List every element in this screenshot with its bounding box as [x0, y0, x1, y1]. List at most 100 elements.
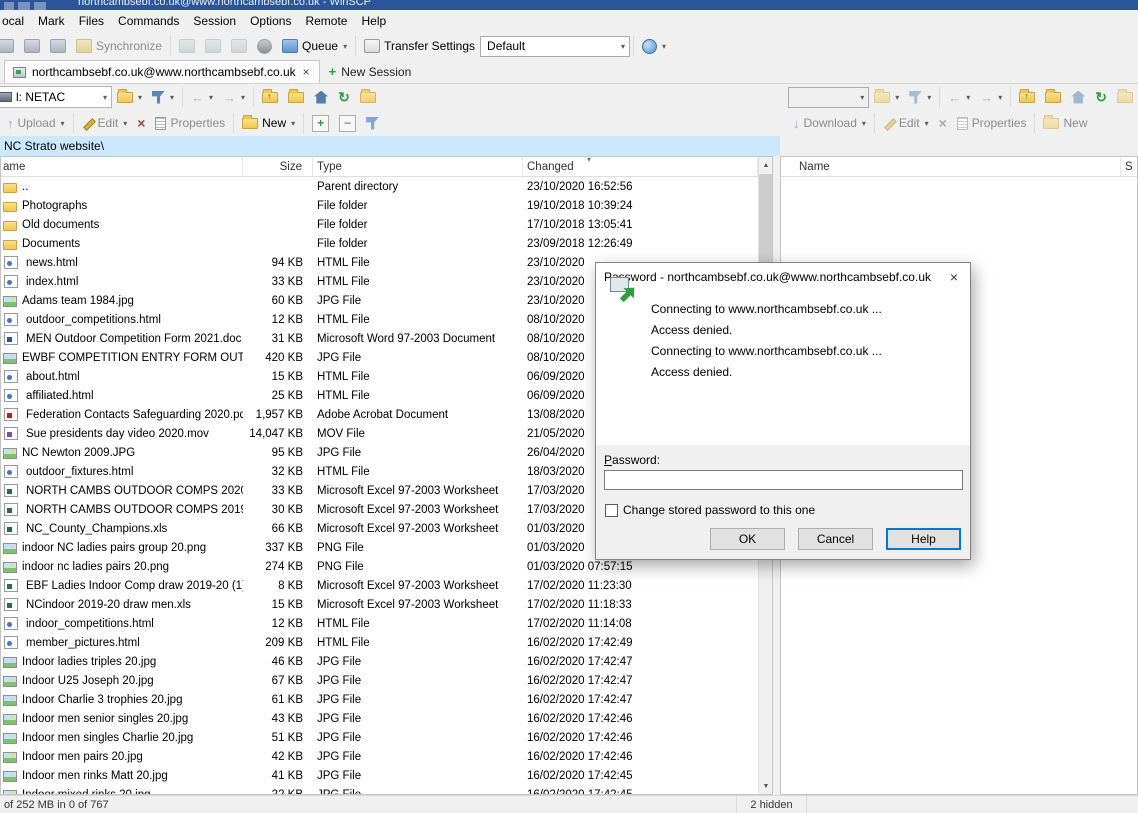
- menu-item-ocal[interactable]: ocal: [0, 11, 31, 31]
- tab-close-icon[interactable]: ×: [302, 65, 311, 79]
- file-row[interactable]: Indoor men pairs 20.jpg42 KBJPG File16/0…: [1, 747, 758, 766]
- transfer-settings-button[interactable]: Transfer Settings: [359, 34, 480, 58]
- toolbar-icon-button[interactable]: [19, 34, 45, 58]
- download-button[interactable]: ↓ Download ▾: [788, 111, 871, 135]
- file-changed: 16/02/2020 17:42:46: [523, 713, 758, 725]
- column-header-size[interactable]: Size: [243, 157, 313, 176]
- column-header-name[interactable]: Name: [781, 157, 1121, 176]
- back-button[interactable]: ←▾: [943, 85, 975, 109]
- filter-files-button[interactable]: ▾: [904, 85, 936, 109]
- toolbar-icon-button[interactable]: [200, 34, 226, 58]
- file-row[interactable]: NCindoor 2019-20 draw men.xls15 KBMicros…: [1, 595, 758, 614]
- forward-button[interactable]: →▾: [218, 85, 250, 109]
- file-changed: 16/02/2020 17:42:46: [523, 732, 758, 744]
- edit-button[interactable]: Edit ▾: [878, 111, 934, 135]
- file-row[interactable]: Indoor U25 Joseph 20.jpg67 KBJPG File16/…: [1, 671, 758, 690]
- file-changed: 16/02/2020 17:42:47: [523, 675, 758, 687]
- properties-button[interactable]: Properties: [150, 111, 230, 135]
- menu-item-help[interactable]: Help: [354, 11, 393, 31]
- column-header-type[interactable]: Type: [313, 157, 523, 176]
- session-tab[interactable]: northcambsebf.co.uk@www.northcambsebf.co…: [4, 60, 320, 83]
- edit-button[interactable]: Edit ▾: [77, 111, 133, 135]
- file-size: 30 KB: [243, 504, 313, 516]
- upload-button[interactable]: ↑ Upload ▾: [2, 111, 70, 135]
- root-directory-button[interactable]: [283, 85, 309, 109]
- parent-directory-button[interactable]: [257, 85, 283, 109]
- password-input[interactable]: [604, 470, 963, 490]
- file-row[interactable]: ..Parent directory23/10/2020 16:52:56: [1, 177, 758, 196]
- delete-button[interactable]: ×: [934, 111, 952, 135]
- scrollbar-down-icon[interactable]: ▼: [759, 778, 773, 794]
- filter-icon: [366, 117, 379, 130]
- refresh-button[interactable]: ↻: [1090, 85, 1112, 109]
- forward-button[interactable]: →▾: [975, 85, 1007, 109]
- file-row[interactable]: indoor_competitions.html12 KBHTML File17…: [1, 614, 758, 633]
- ok-button[interactable]: OK: [710, 528, 785, 550]
- selection-filter-button[interactable]: [361, 111, 384, 135]
- menu-item-session[interactable]: Session: [186, 11, 243, 31]
- menu-item-remote[interactable]: Remote: [298, 11, 354, 31]
- save-password-option[interactable]: Change stored password to this one: [605, 503, 815, 517]
- save-password-checkbox[interactable]: [605, 504, 618, 517]
- transfer-preset-select[interactable]: Default ▾: [480, 36, 630, 57]
- toolbar-icon: [179, 39, 195, 53]
- help-button[interactable]: Help: [886, 528, 961, 550]
- queue-button[interactable]: Queue ▾: [277, 34, 352, 58]
- home-directory-button[interactable]: [309, 85, 333, 109]
- find-files-button[interactable]: [1112, 85, 1138, 109]
- file-row[interactable]: PhotographsFile folder19/10/2018 10:39:2…: [1, 196, 758, 215]
- toolbar-icon-button[interactable]: [0, 34, 19, 58]
- cancel-button[interactable]: Cancel: [798, 528, 873, 550]
- file-type: Parent directory: [313, 181, 523, 193]
- menu-item-files[interactable]: Files: [72, 11, 111, 31]
- column-header-name[interactable]: ame: [1, 157, 243, 176]
- new-session-tab[interactable]: + New Session: [320, 60, 421, 83]
- menu-item-commands[interactable]: Commands: [111, 11, 186, 31]
- file-row[interactable]: Indoor Charlie 3 trophies 20.jpg61 KBJPG…: [1, 690, 758, 709]
- new-button[interactable]: New: [1038, 111, 1092, 135]
- file-row[interactable]: Indoor men senior singles 20.jpg43 KBJPG…: [1, 709, 758, 728]
- file-row[interactable]: Indoor mixed rinks 20.jpg22 KBJPG File16…: [1, 785, 758, 794]
- toolbar-icon-button[interactable]: [226, 34, 252, 58]
- menu-item-mark[interactable]: Mark: [31, 11, 72, 31]
- select-files-button[interactable]: +: [307, 111, 334, 135]
- root-directory-button[interactable]: [1040, 85, 1066, 109]
- delete-button[interactable]: ×: [132, 111, 150, 135]
- menu-item-options[interactable]: Options: [243, 11, 298, 31]
- back-button[interactable]: ←▾: [186, 85, 218, 109]
- new-button[interactable]: New ▾: [237, 111, 300, 135]
- dialog-close-icon[interactable]: ×: [938, 263, 970, 290]
- file-size: 14,047 KB: [243, 428, 313, 440]
- file-row[interactable]: Indoor ladies triples 20.jpg46 KBJPG Fil…: [1, 652, 758, 671]
- column-header-size[interactable]: S: [1121, 157, 1137, 176]
- refresh-button[interactable]: ↻: [333, 85, 355, 109]
- open-folder-button[interactable]: ▾: [869, 85, 904, 109]
- file-row[interactable]: Old documentsFile folder17/10/2018 13:05…: [1, 215, 758, 234]
- local-path-bar[interactable]: NC Strato website\: [0, 136, 780, 156]
- file-row[interactable]: EBF Ladies Indoor Comp draw 2019-20 (1).…: [1, 576, 758, 595]
- toolbar-icon-button[interactable]: [45, 34, 71, 58]
- toolbar-icon: [205, 39, 221, 53]
- unselect-files-button[interactable]: −: [334, 111, 361, 135]
- back-arrow-icon: ←: [191, 91, 204, 104]
- open-folder-button[interactable]: ▾: [112, 85, 147, 109]
- column-header-changed[interactable]: ▾ Changed: [523, 157, 758, 176]
- synchronize-button[interactable]: Synchronize: [71, 34, 167, 58]
- file-row[interactable]: DocumentsFile folder23/09/2018 12:26:49: [1, 234, 758, 253]
- scrollbar-up-icon[interactable]: ▲: [759, 157, 773, 173]
- parent-directory-button[interactable]: [1014, 85, 1040, 109]
- preferences-button[interactable]: [252, 34, 277, 58]
- file-name: NC Newton 2009.JPG: [22, 447, 135, 459]
- find-files-button[interactable]: [355, 85, 381, 109]
- properties-button[interactable]: Properties: [952, 111, 1032, 135]
- file-row[interactable]: Indoor men rinks Matt 20.jpg41 KBJPG Fil…: [1, 766, 758, 785]
- file-row[interactable]: Indoor men singles Charlie 20.jpg51 KBJP…: [1, 728, 758, 747]
- home-directory-button[interactable]: [1066, 85, 1090, 109]
- session-color-button[interactable]: ▾: [637, 34, 671, 58]
- drive-selector[interactable]: l: NETAC ▾: [0, 86, 112, 108]
- file-row[interactable]: member_pictures.html209 KBHTML File16/02…: [1, 633, 758, 652]
- filter-files-button[interactable]: ▾: [147, 85, 179, 109]
- remote-directory-select[interactable]: ▾: [788, 87, 869, 108]
- toolbar-icon-button[interactable]: [174, 34, 200, 58]
- folder-up-icon: [1019, 92, 1035, 103]
